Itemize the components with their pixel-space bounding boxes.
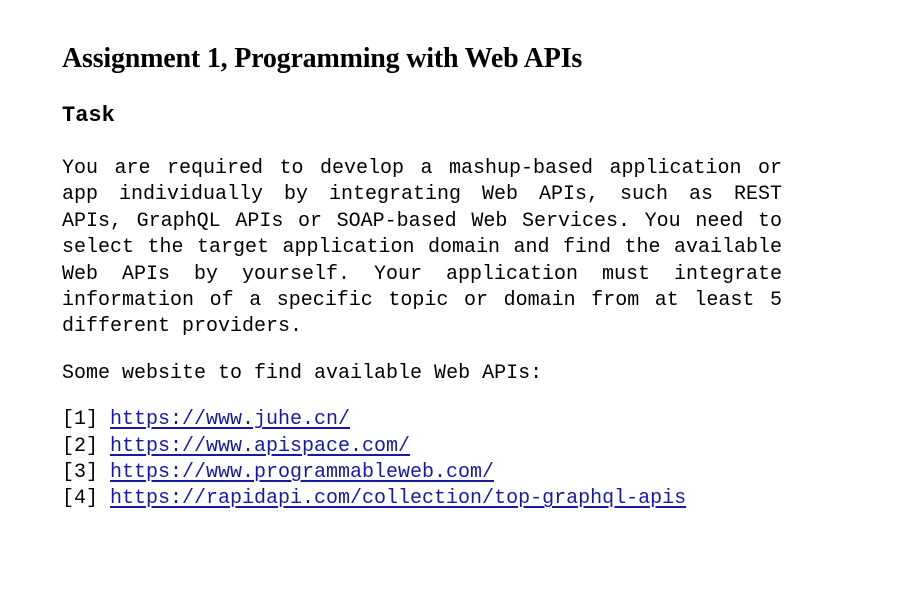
list-item: [1] https://www.juhe.cn/ <box>62 407 782 433</box>
reference-number: [1] <box>62 408 99 432</box>
reference-link[interactable]: https://www.juhe.cn/ <box>110 408 350 431</box>
reference-link[interactable]: https://www.apispace.com/ <box>110 435 410 458</box>
document-title: Assignment 1, Programming with Web APIs <box>62 43 583 74</box>
list-item: [3] https://www.programmableweb.com/ <box>62 460 782 486</box>
section-heading-task: Task <box>62 103 115 128</box>
task-paragraph: You are required to develop a mashup-bas… <box>62 157 782 339</box>
list-item: [4] https://rapidapi.com/collection/top-g… <box>62 486 782 512</box>
links-intro: Some website to find available Web APIs: <box>62 361 543 385</box>
reference-list: [1] https://www.juhe.cn/ [2] https://www.a… <box>62 407 782 513</box>
reference-number: [4] <box>62 487 99 511</box>
list-item: [2] https://www.apispace.com/ <box>62 434 782 460</box>
document-page: Assignment 1, Programming with Web APIs … <box>62 40 782 513</box>
reference-link[interactable]: https://www.programmableweb.com/ <box>110 461 494 484</box>
reference-number: [2] <box>62 434 99 458</box>
reference-link[interactable]: https://rapidapi.com/collection/top-grap… <box>110 487 686 510</box>
reference-number: [3] <box>62 461 99 485</box>
